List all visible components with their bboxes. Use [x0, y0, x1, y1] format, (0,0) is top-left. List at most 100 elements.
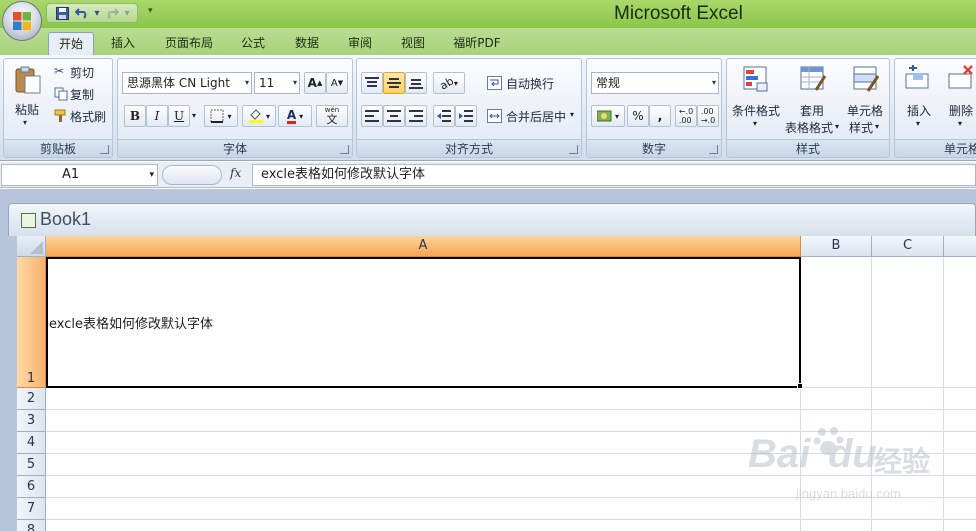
align-right-button[interactable]: [405, 105, 427, 127]
customize-qat-icon[interactable]: ▾: [148, 6, 153, 16]
cell-a1[interactable]: excle表格如何修改默认字体: [46, 257, 801, 388]
font-size-select[interactable]: 11 ▾: [254, 72, 300, 94]
redo-icon[interactable]: [103, 5, 121, 21]
redo-dropdown-icon[interactable]: ▾: [123, 5, 131, 21]
number-format-value: 常规: [596, 76, 621, 90]
tab-page-layout[interactable]: 页面布局: [156, 32, 222, 56]
row-header-4[interactable]: 4: [17, 432, 46, 454]
font-group: 思源黑体 CN Light ▾ 11 ▾ A ▲ A ▼ B I U ▾ ▾ ▾ A ▾…: [117, 58, 353, 158]
decrease-decimal-button[interactable]: .00 →.0: [697, 105, 719, 127]
alignment-launcher-icon[interactable]: [569, 145, 578, 154]
worksheet-grid[interactable]: A B C 1 2 3 4 5 6 7 8 excle表格如何修改默认字体: [17, 236, 976, 531]
insert-cells-icon: [905, 65, 929, 89]
number-launcher-icon[interactable]: [709, 145, 718, 154]
wrap-text-icon: [487, 76, 502, 90]
tab-review[interactable]: 审阅: [337, 32, 383, 56]
undo-icon[interactable]: [73, 5, 91, 21]
name-box-dropdown-icon[interactable]: ▾: [149, 165, 154, 185]
copy-button[interactable]: 复制: [52, 85, 112, 103]
grow-font-button[interactable]: A ▲: [304, 72, 326, 94]
increase-decimal-button[interactable]: ←.0.00: [675, 105, 697, 127]
clipboard-group-label: 剪贴板: [4, 139, 112, 157]
merge-center-button[interactable]: 合并后居中 ▾: [485, 106, 581, 126]
column-header-a[interactable]: A: [46, 236, 801, 257]
italic-button[interactable]: I: [146, 105, 168, 127]
tab-foxit-pdf[interactable]: 福昕PDF: [446, 32, 508, 56]
cell-styles-dropdown-icon: ▾: [875, 122, 880, 131]
format-painter-button[interactable]: 格式刷: [52, 107, 112, 125]
delete-cells-button[interactable]: 删除 ▾: [941, 62, 976, 138]
undo-dropdown-icon[interactable]: ▾: [93, 5, 101, 21]
align-center-button[interactable]: [383, 105, 405, 127]
align-right-icon: [409, 110, 423, 122]
row-header-1[interactable]: 1: [17, 257, 46, 388]
name-box[interactable]: A1 ▾: [1, 164, 158, 186]
align-middle-button[interactable]: [383, 72, 405, 94]
fill-handle[interactable]: [797, 383, 803, 389]
font-color-button[interactable]: A ▾: [278, 105, 312, 127]
row-header-6[interactable]: 6: [17, 476, 46, 498]
phonetic-guide-button[interactable]: wén 文: [316, 105, 348, 127]
app-title: Microsoft Excel: [614, 3, 743, 24]
column-header-c[interactable]: C: [872, 236, 944, 257]
tab-view[interactable]: 视图: [390, 32, 436, 56]
row-header-2[interactable]: 2: [17, 388, 46, 410]
format-painter-icon: [54, 109, 66, 122]
column-header-b[interactable]: B: [801, 236, 872, 257]
increase-indent-icon: [459, 110, 473, 122]
font-launcher-icon[interactable]: [340, 145, 349, 154]
quick-access-toolbar: ▾ ▾: [46, 3, 138, 23]
formula-bar: A1 ▾ fx excle表格如何修改默认字体: [0, 162, 976, 188]
cells-group-label: 单元格: [895, 139, 976, 157]
decrease-indent-button[interactable]: [433, 105, 455, 127]
tab-formulas[interactable]: 公式: [230, 32, 276, 56]
row-header-3[interactable]: 3: [17, 410, 46, 432]
underline-dropdown-icon[interactable]: ▾: [192, 111, 196, 120]
format-as-table-button[interactable]: 套用 表格格式 ▾: [783, 62, 843, 138]
name-box-value: A1: [62, 167, 80, 182]
office-button[interactable]: [2, 1, 42, 41]
column-header-d[interactable]: [944, 236, 976, 257]
comma-button[interactable]: ,: [649, 105, 671, 127]
accounting-icon: [596, 110, 612, 122]
underline-button[interactable]: U: [168, 105, 190, 127]
align-left-icon: [365, 110, 379, 122]
cell-a1-value: excle表格如何修改默认字体: [49, 317, 213, 332]
wrap-text-button[interactable]: 自动换行: [485, 73, 581, 93]
office-logo-icon: [13, 12, 31, 30]
orientation-button[interactable]: ab ▾: [433, 72, 465, 94]
percent-button[interactable]: %: [627, 105, 649, 127]
cell-styles-button[interactable]: 单元格 样式 ▾: [843, 62, 889, 138]
insert-function-icon[interactable]: fx: [230, 166, 241, 180]
paste-dropdown-icon: ▾: [23, 118, 28, 127]
align-bottom-button[interactable]: [405, 72, 427, 94]
row-header-8[interactable]: 8: [17, 520, 46, 531]
row-header-5[interactable]: 5: [17, 454, 46, 476]
fill-color-button[interactable]: ▾: [242, 105, 276, 127]
bold-button[interactable]: B: [124, 105, 146, 127]
merge-dropdown-icon: ▾: [570, 110, 575, 119]
paste-button[interactable]: 粘贴 ▾: [10, 63, 46, 135]
row-header-7[interactable]: 7: [17, 498, 46, 520]
font-name-select[interactable]: 思源黑体 CN Light ▾: [122, 72, 252, 94]
tab-home[interactable]: 开始: [48, 32, 94, 56]
insert-cells-button[interactable]: 插入 ▾: [898, 62, 938, 138]
conditional-format-button[interactable]: 条件格式 ▾: [730, 62, 782, 138]
cut-button[interactable]: ✂ 剪切: [52, 63, 112, 81]
tab-data[interactable]: 数据: [284, 32, 330, 56]
gridline: [46, 519, 976, 520]
formula-bar-handle[interactable]: [162, 165, 222, 185]
align-top-button[interactable]: [361, 72, 383, 94]
accounting-format-button[interactable]: ▾: [591, 105, 625, 127]
increase-indent-button[interactable]: [455, 105, 477, 127]
select-all-button[interactable]: [17, 236, 46, 257]
formula-input[interactable]: excle表格如何修改默认字体: [252, 164, 976, 186]
clipboard-launcher-icon[interactable]: [100, 145, 109, 154]
tab-insert[interactable]: 插入: [100, 32, 146, 56]
borders-button[interactable]: ▾: [204, 105, 238, 127]
title-bar: ▾ ▾ ▾ Microsoft Excel: [0, 0, 976, 28]
number-format-select[interactable]: 常规 ▾: [591, 72, 719, 94]
align-left-button[interactable]: [361, 105, 383, 127]
save-icon[interactable]: [53, 5, 71, 21]
shrink-font-button[interactable]: A ▼: [326, 72, 348, 94]
